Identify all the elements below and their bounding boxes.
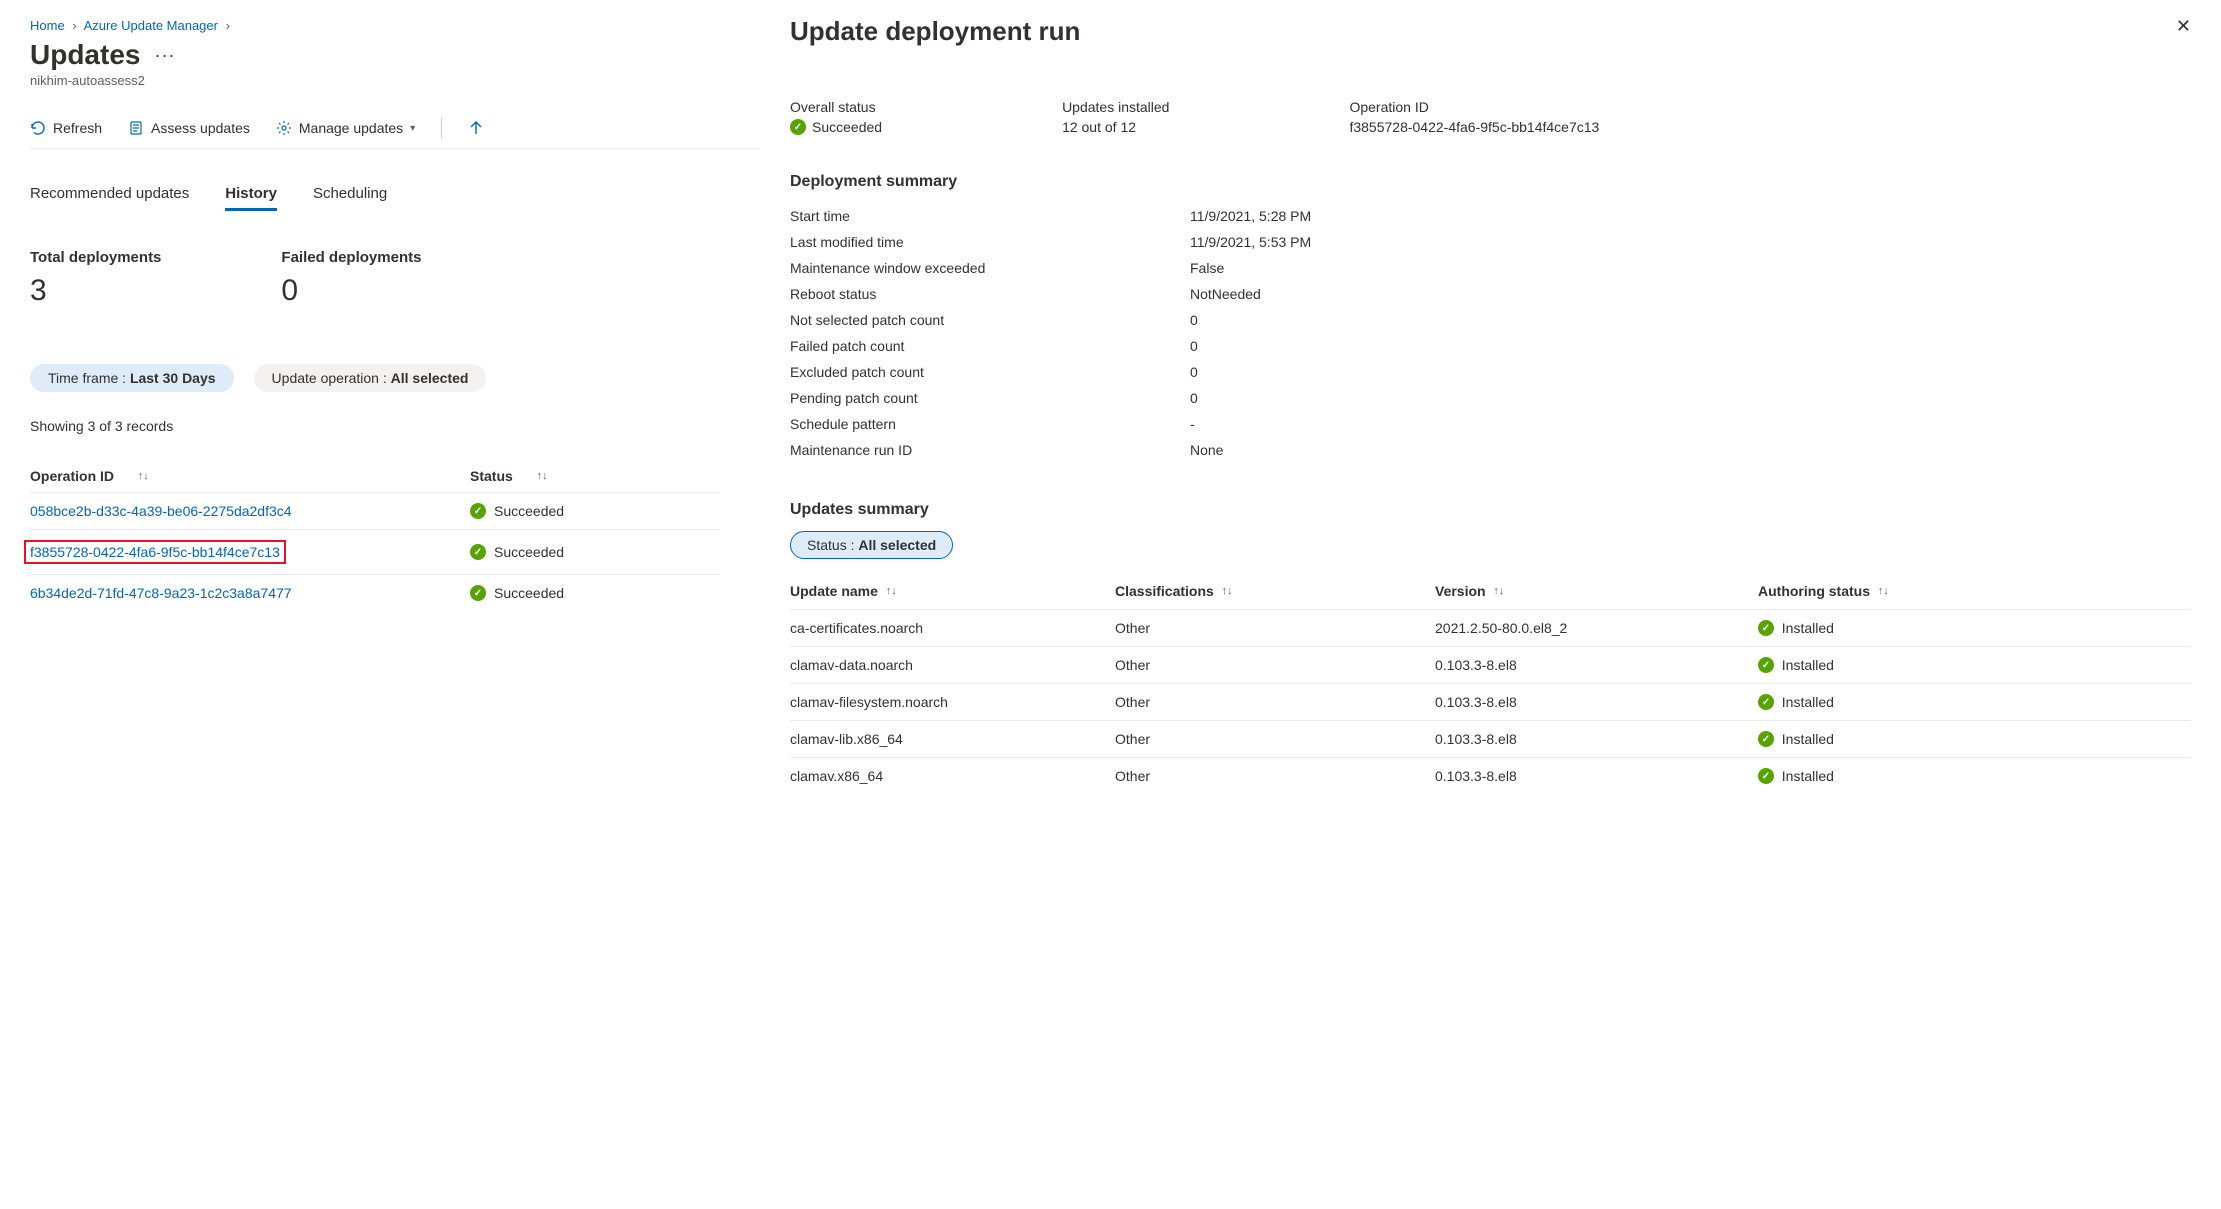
- upload-button[interactable]: [468, 120, 484, 136]
- tab-history[interactable]: History: [225, 185, 277, 211]
- clipboard-icon: [128, 120, 144, 136]
- page-title: Updates: [30, 39, 140, 71]
- sort-icon[interactable]: ↑↓: [1878, 585, 1889, 597]
- col-header-status[interactable]: Status: [470, 468, 513, 484]
- toolbar-separator: [441, 118, 442, 138]
- kv-row: Failed patch count0: [790, 333, 2191, 359]
- kv-row: Excluded patch count0: [790, 359, 2191, 385]
- operation-id-link[interactable]: 058bce2b-d33c-4a39-be06-2275da2df3c4: [30, 503, 292, 519]
- overall-status-block: Overall status Succeeded: [790, 99, 882, 135]
- kv-row: Start time11/9/2021, 5:28 PM: [790, 203, 2191, 229]
- breadcrumb-home[interactable]: Home: [30, 18, 65, 33]
- filter-status[interactable]: Status : All selected: [790, 531, 953, 559]
- kv-row: Pending patch count0: [790, 385, 2191, 411]
- stat-total-deployments: Total deployments 3: [30, 249, 161, 308]
- breadcrumb-aum[interactable]: Azure Update Manager: [84, 18, 218, 33]
- sort-icon[interactable]: ↑↓: [1222, 585, 1233, 597]
- update-classification: Other: [1115, 768, 1435, 784]
- update-version: 0.103.3-8.el8: [1435, 657, 1758, 673]
- update-classification: Other: [1115, 731, 1435, 747]
- records-count: Showing 3 of 3 records: [30, 418, 760, 434]
- chevron-down-icon: ▾: [410, 123, 415, 134]
- update-authoring-status: Installed: [1758, 620, 2191, 636]
- success-icon: [1758, 657, 1774, 673]
- table-row: ca-certificates.noarchOther2021.2.50-80.…: [790, 609, 2191, 646]
- table-row: 058bce2b-d33c-4a39-be06-2275da2df3c4 Succ…: [30, 492, 720, 529]
- breadcrumb: Home › Azure Update Manager ›: [30, 18, 760, 33]
- success-icon: [790, 119, 806, 135]
- table-row: f3855728-0422-4fa6-9f5c-bb14f4ce7c13Succ…: [30, 529, 720, 574]
- update-version: 0.103.3-8.el8: [1435, 694, 1758, 710]
- update-version: 2021.2.50-80.0.el8_2: [1435, 620, 1758, 636]
- tab-scheduling[interactable]: Scheduling: [313, 185, 387, 211]
- update-name: ca-certificates.noarch: [790, 620, 1115, 636]
- arrow-up-icon: [468, 120, 484, 136]
- update-classification: Other: [1115, 657, 1435, 673]
- operation-id-link[interactable]: 6b34de2d-71fd-47c8-9a23-1c2c3a8a7477: [30, 585, 292, 601]
- table-row: clamav.x86_64Other0.103.3-8.el8 Installe…: [790, 757, 2191, 794]
- updates-installed-block: Updates installed 12 out of 12: [1062, 99, 1169, 135]
- stat-failed-deployments: Failed deployments 0: [281, 249, 421, 308]
- gear-icon: [276, 120, 292, 136]
- update-authoring-status: Installed: [1758, 731, 2191, 747]
- success-icon: [470, 503, 486, 519]
- update-version: 0.103.3-8.el8: [1435, 768, 1758, 784]
- success-icon: [1758, 731, 1774, 747]
- update-authoring-status: Installed: [1758, 694, 2191, 710]
- close-icon[interactable]: ✕: [2176, 16, 2191, 37]
- update-name: clamav-filesystem.noarch: [790, 694, 1115, 710]
- update-name: clamav-data.noarch: [790, 657, 1115, 673]
- success-icon: [1758, 694, 1774, 710]
- col-header-update-name[interactable]: Update name: [790, 583, 878, 599]
- sort-icon[interactable]: ↑↓: [537, 470, 548, 482]
- success-icon: [470, 544, 486, 560]
- deployment-run-panel: Update deployment run ✕ Overall status S…: [760, 0, 2221, 1209]
- success-icon: [1758, 620, 1774, 636]
- update-version: 0.103.3-8.el8: [1435, 731, 1758, 747]
- sort-icon[interactable]: ↑↓: [138, 470, 149, 482]
- status-text: Succeeded: [494, 585, 564, 601]
- updates-summary-header: Updates summary: [790, 501, 2191, 519]
- table-row: 6b34de2d-71fd-47c8-9a23-1c2c3a8a7477 Succ…: [30, 574, 720, 611]
- table-row: clamav-data.noarchOther0.103.3-8.el8 Ins…: [790, 646, 2191, 683]
- update-authoring-status: Installed: [1758, 657, 2191, 673]
- col-header-operation-id[interactable]: Operation ID: [30, 468, 114, 484]
- kv-row: Maintenance run IDNone: [790, 437, 2191, 463]
- table-row: clamav-filesystem.noarchOther0.103.3-8.e…: [790, 683, 2191, 720]
- update-authoring-status: Installed: [1758, 768, 2191, 784]
- update-name: clamav.x86_64: [790, 768, 1115, 784]
- refresh-icon: [30, 120, 46, 136]
- operation-id-block: Operation ID f3855728-0422-4fa6-9f5c-bb1…: [1349, 99, 2191, 135]
- kv-row: Maintenance window exceededFalse: [790, 255, 2191, 281]
- tab-recommended[interactable]: Recommended updates: [30, 185, 189, 211]
- success-icon: [1758, 768, 1774, 784]
- assess-updates-button[interactable]: Assess updates: [128, 120, 250, 136]
- history-table: Operation ID ↑↓ Status ↑↓ 058bce2b-d33c-…: [30, 460, 720, 611]
- status-text: Succeeded: [494, 503, 564, 519]
- status-text: Succeeded: [494, 544, 564, 560]
- kv-row: Schedule pattern-: [790, 411, 2191, 437]
- col-header-version[interactable]: Version: [1435, 583, 1486, 599]
- kv-row: Reboot statusNotNeeded: [790, 281, 2191, 307]
- filter-update-operation[interactable]: Update operation : All selected: [254, 364, 487, 392]
- deployment-summary-header: Deployment summary: [790, 173, 2191, 191]
- col-header-authoring-status[interactable]: Authoring status: [1758, 583, 1870, 599]
- sort-icon[interactable]: ↑↓: [1493, 585, 1504, 597]
- table-row: clamav-lib.x86_64Other0.103.3-8.el8 Inst…: [790, 720, 2191, 757]
- success-icon: [470, 585, 486, 601]
- col-header-classifications[interactable]: Classifications: [1115, 583, 1214, 599]
- operation-id-link[interactable]: f3855728-0422-4fa6-9f5c-bb14f4ce7c13: [24, 540, 286, 564]
- kv-row: Not selected patch count0: [790, 307, 2191, 333]
- refresh-button[interactable]: Refresh: [30, 120, 102, 136]
- filter-timeframe[interactable]: Time frame : Last 30 Days: [30, 364, 234, 392]
- manage-updates-button[interactable]: Manage updates ▾: [276, 120, 415, 136]
- update-classification: Other: [1115, 620, 1435, 636]
- update-name: clamav-lib.x86_64: [790, 731, 1115, 747]
- more-actions-icon[interactable]: ···: [154, 45, 175, 66]
- panel-title: Update deployment run: [790, 16, 2191, 47]
- update-classification: Other: [1115, 694, 1435, 710]
- resource-name: nikhim-autoassess2: [30, 73, 760, 88]
- sort-icon[interactable]: ↑↓: [886, 585, 897, 597]
- kv-row: Last modified time11/9/2021, 5:53 PM: [790, 229, 2191, 255]
